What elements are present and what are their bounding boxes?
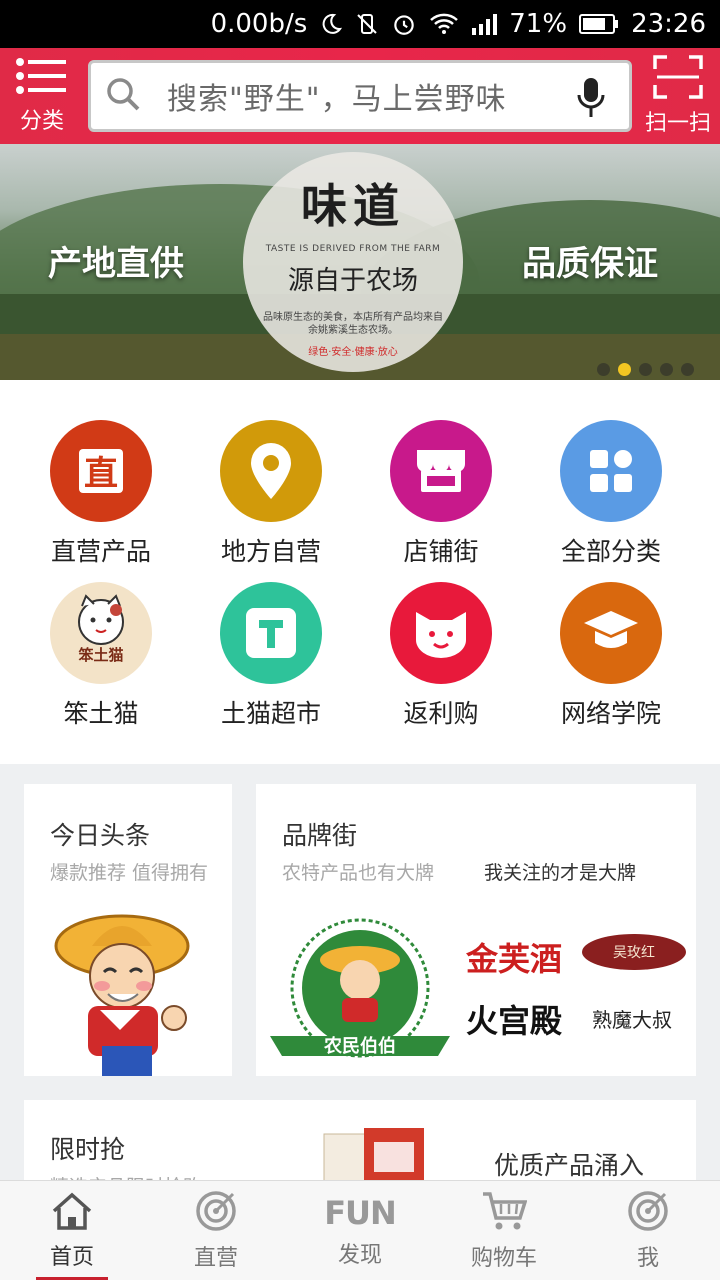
- category-grid: 直 直营产品 地方自营 店铺街 全部分类 笨土猫 笨土猫 土猫超市 返利购 网络…: [0, 380, 720, 764]
- tab-direct[interactable]: 直营: [144, 1181, 288, 1280]
- banner-center-title: 味道: [301, 179, 405, 233]
- banner-center-english: TASTE IS DERIVED FROM THE FARM: [265, 244, 441, 254]
- status-bar: 0.00b/s 71% 23:26: [0, 0, 720, 48]
- moon-icon: [319, 12, 343, 36]
- card-subtitle: 农特产品也有大牌: [282, 862, 435, 884]
- grid-item-local-self-run[interactable]: 地方自营: [186, 420, 356, 580]
- grid-label: 地方自营: [220, 537, 321, 566]
- shop-icon: [390, 420, 492, 522]
- scan-label: 扫一扫: [644, 111, 711, 136]
- farmer-mascot-image: [54, 914, 190, 1076]
- alarm-icon: [391, 11, 417, 37]
- svg-text:直: 直: [84, 454, 118, 494]
- top-header: 分类 搜索"野生"，马上尝野味 扫一扫: [0, 48, 720, 144]
- lucky-cat-icon: 笨土猫: [50, 582, 152, 684]
- search-bar[interactable]: 搜索"野生"，马上尝野味: [88, 60, 632, 132]
- banner-center-subtitle: 源自于农场: [287, 266, 418, 296]
- fun-icon: FUN: [324, 1194, 397, 1232]
- carousel-dot[interactable]: [660, 363, 673, 376]
- banner-center-desc: 品味原生态的美食，本店所有产品均来自余姚紫溪生态农场。: [263, 312, 443, 336]
- target-icon: [627, 1190, 669, 1236]
- brand-street-card[interactable]: 品牌街 农特产品也有大牌 我关注的才是大牌 农民伯伯 金芙酒 吴玫红 火宫殿 熟…: [256, 784, 696, 1076]
- today-headlines-card[interactable]: 今日头条 爆款推荐 值得拥有: [24, 784, 232, 1076]
- brand-logo-wumeihong[interactable]: 吴玫红: [582, 934, 686, 970]
- grid-label: 网络学院: [560, 699, 661, 728]
- brand-logo-shumodashu[interactable]: 熟魔大叔: [592, 1004, 672, 1033]
- banner-right-text: 品质保证: [522, 244, 658, 284]
- grid-item-all-categories[interactable]: 全部分类: [526, 420, 696, 580]
- carousel-dot-active[interactable]: [618, 363, 631, 376]
- tab-label: 直营: [193, 1246, 238, 1271]
- svg-text:笨土猫: 笨土猫: [78, 646, 123, 664]
- product-package-image: [323, 1128, 424, 1180]
- vibrate-off-icon: [355, 12, 379, 36]
- search-icon: [105, 76, 141, 116]
- search-placeholder: 搜索"野生"，马上尝野味: [167, 82, 507, 117]
- tab-label: 我: [636, 1246, 659, 1271]
- tab-home[interactable]: 首页: [0, 1181, 144, 1280]
- battery-percent: 71%: [509, 9, 568, 39]
- tab-label: 购物车: [470, 1246, 537, 1271]
- card-subtitle: 精选产品限时抢购: [50, 1172, 202, 1180]
- card-subtitle: 爆款推荐 值得拥有: [50, 862, 209, 884]
- microphone-icon[interactable]: [577, 77, 605, 123]
- promo-banner[interactable]: 产地直供 品质保证 味道 TASTE IS DERIVED FROM THE F…: [0, 144, 720, 380]
- battery-icon: [579, 13, 619, 35]
- grid-item-direct-products[interactable]: 直 直营产品: [16, 420, 186, 580]
- grid-item-online-academy[interactable]: 网络学院: [526, 582, 696, 742]
- home-icon: [50, 1191, 94, 1235]
- carousel-dot[interactable]: [597, 363, 610, 376]
- target-icon: [195, 1190, 237, 1236]
- network-speed: 0.00b/s: [210, 9, 308, 39]
- brand-logo-jinfujiu[interactable]: 金芙酒: [466, 934, 562, 980]
- tab-me[interactable]: 我: [576, 1181, 720, 1280]
- bottom-tab-bar: 首页 直营 FUN 发现 购物车 我: [0, 1180, 720, 1280]
- menu-list-icon: [15, 57, 69, 101]
- svg-text:农民伯伯: 农民伯伯: [323, 1035, 396, 1057]
- zhi-icon: 直: [50, 420, 152, 522]
- grid-label: 笨土猫: [63, 699, 139, 728]
- category-label: 分类: [19, 109, 64, 134]
- promo-text: 优质产品涌入: [494, 1151, 645, 1180]
- tab-label: 首页: [49, 1245, 94, 1270]
- card-title: 限时抢: [50, 1135, 126, 1164]
- grid-label: 全部分类: [560, 537, 661, 566]
- grid-label: 返利购: [403, 699, 479, 728]
- banner-left-text: 产地直供: [48, 244, 184, 284]
- grid-item-shop-street[interactable]: 店铺街: [356, 420, 526, 580]
- flash-sale-card[interactable]: 限时抢 精选产品限时抢购 优质产品涌入: [24, 1100, 696, 1180]
- t-supermarket-icon: [220, 582, 322, 684]
- carousel-dot[interactable]: [681, 363, 694, 376]
- graduation-cap-icon: [560, 582, 662, 684]
- card-title: 品牌街: [282, 821, 358, 850]
- tab-discover[interactable]: FUN 发现: [288, 1181, 432, 1280]
- location-pin-icon: [220, 420, 322, 522]
- category-button[interactable]: 分类: [0, 48, 84, 144]
- grid-label: 店铺街: [403, 537, 479, 566]
- clock: 23:26: [631, 9, 706, 39]
- farmer-badge-logo[interactable]: 农民伯伯: [262, 918, 458, 1074]
- scan-icon: [653, 55, 703, 103]
- banner-center-circle: 味道 TASTE IS DERIVED FROM THE FARM 源自于农场 …: [243, 152, 463, 372]
- grid-item-bentumao[interactable]: 笨土猫 笨土猫: [16, 582, 186, 742]
- app-screen: 0.00b/s 71% 23:26 分类 搜索"野生"，马上尝野味 扫一扫 产地…: [0, 0, 720, 1280]
- cart-icon: [481, 1190, 528, 1236]
- grid-apps-icon: [560, 420, 662, 522]
- tab-label: 发现: [337, 1243, 382, 1268]
- carousel-dots[interactable]: [597, 363, 694, 376]
- cat-face-icon: [390, 582, 492, 684]
- banner-center-tags: 绿色·安全·健康·放心: [308, 347, 398, 358]
- grid-item-tumao-supermarket[interactable]: 土猫超市: [186, 582, 356, 742]
- wifi-icon: [429, 12, 459, 36]
- signal-icon: [471, 13, 498, 35]
- brand-slogan: 我关注的才是大牌: [484, 862, 637, 884]
- tab-cart[interactable]: 购物车: [432, 1181, 576, 1280]
- grid-item-rebate-buy[interactable]: 返利购: [356, 582, 526, 742]
- scan-button[interactable]: 扫一扫: [636, 48, 720, 144]
- brand-logo-huogongdian[interactable]: 火宫殿: [466, 996, 562, 1042]
- grid-label: 土猫超市: [220, 699, 321, 728]
- card-title: 今日头条: [50, 821, 151, 850]
- grid-label: 直营产品: [50, 537, 151, 566]
- carousel-dot[interactable]: [639, 363, 652, 376]
